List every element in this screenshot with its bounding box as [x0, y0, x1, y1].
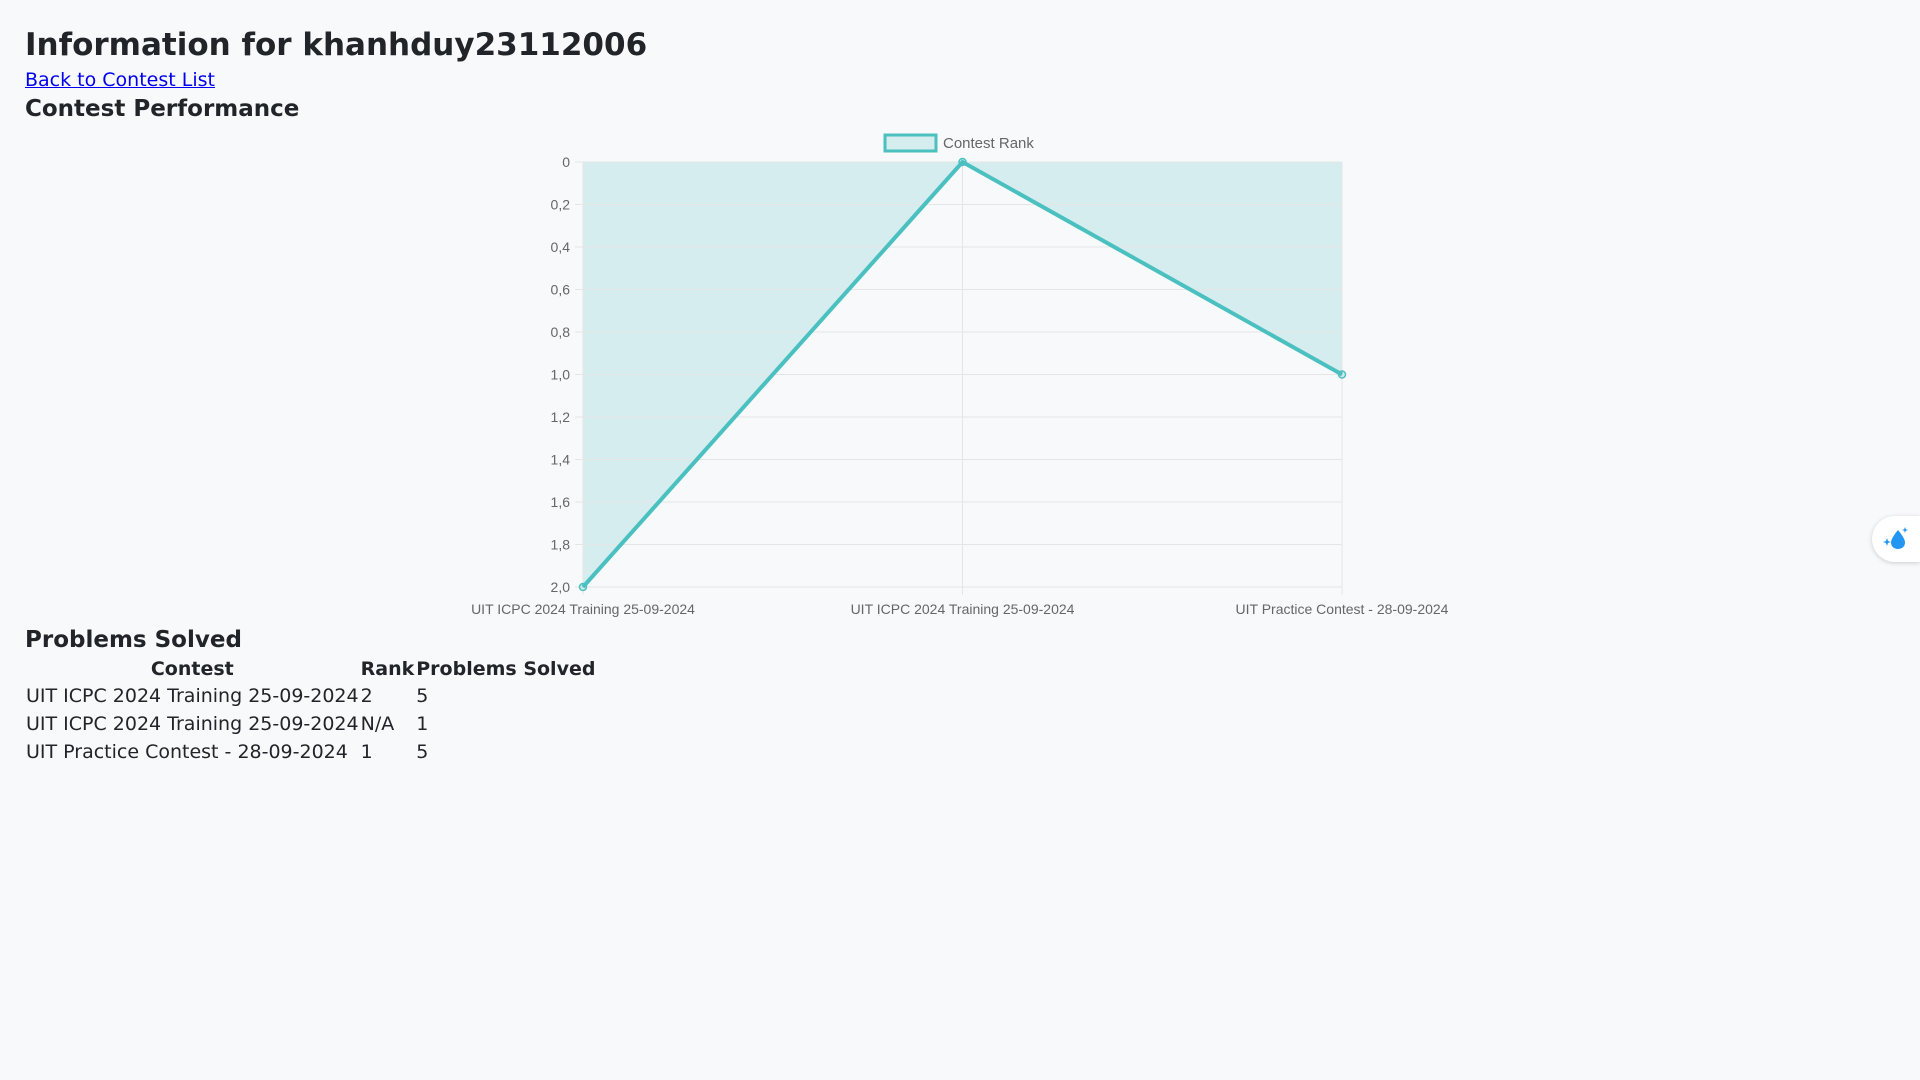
- legend-swatch: [883, 133, 938, 153]
- x-tick-label: UIT Practice Contest - 28-09-2024: [1236, 601, 1449, 617]
- y-tick-label: 1,6: [551, 494, 571, 510]
- data-point: [578, 582, 588, 592]
- problems-solved-table: Contest Rank Problems Solved UIT ICPC 20…: [25, 656, 596, 766]
- rank-cell: N/A: [360, 713, 395, 735]
- table-row: UIT ICPC 2024 Training 25-09-2024 N/A 1: [25, 710, 596, 738]
- y-tick-label: 1,2: [551, 409, 571, 425]
- column-header-rank: Rank: [360, 658, 415, 680]
- contest-cell: UIT Practice Contest - 28-09-2024: [26, 741, 348, 763]
- y-tick-label: 0,8: [551, 324, 571, 340]
- column-header-contest: Contest: [150, 658, 234, 680]
- legend-label: Contest Rank: [943, 135, 1034, 152]
- floating-assistant-button[interactable]: [1872, 516, 1920, 562]
- back-to-contest-list-link[interactable]: Back to Contest List: [25, 69, 215, 91]
- x-tick-label: UIT ICPC 2024 Training 25-09-2024: [471, 601, 695, 617]
- water-drop-sparkle-icon: [1883, 527, 1908, 549]
- y-tick-label: 0,2: [551, 197, 571, 213]
- page-title: Information for khanhduy23112006: [25, 27, 648, 63]
- problems-solved-cell: 5: [416, 685, 429, 707]
- contest-cell: UIT ICPC 2024 Training 25-09-2024: [26, 685, 359, 707]
- y-tick-label: 0: [562, 154, 570, 170]
- y-tick-label: 0,4: [551, 239, 571, 255]
- problems-solved-heading: Problems Solved: [25, 627, 242, 653]
- table-header-row: Contest Rank Problems Solved: [25, 656, 596, 682]
- contest-performance-chart: 0 0,2 0,4 0,6 0,8 1,0 1,2 1,4 1,6 1,8 2,0 UIT ICPC …: [0, 0, 1920, 630]
- data-point: [1337, 370, 1347, 379]
- x-tick-label: UIT ICPC 2024 Training 25-09-2024: [851, 601, 1075, 617]
- table-row: UIT ICPC 2024 Training 25-09-2024 2 5: [25, 682, 596, 710]
- rank-cell: 1: [360, 741, 373, 763]
- rank-cell: 2: [360, 685, 373, 707]
- contest-cell: UIT ICPC 2024 Training 25-09-2024: [26, 713, 359, 735]
- data-point: [958, 157, 967, 167]
- y-tick-label: 1,0: [551, 367, 571, 383]
- problems-solved-cell: 1: [416, 713, 429, 735]
- contest-performance-heading: Contest Performance: [25, 96, 300, 122]
- y-tick-label: 0,6: [551, 282, 571, 298]
- y-tick-label: 1,4: [551, 452, 571, 468]
- y-tick-label: 1,8: [551, 537, 571, 553]
- problems-solved-cell: 5: [416, 741, 429, 763]
- table-row: UIT Practice Contest - 28-09-2024 1 5: [25, 738, 596, 766]
- y-tick-label: 2,0: [551, 579, 571, 595]
- column-header-problems-solved: Problems Solved: [416, 658, 596, 680]
